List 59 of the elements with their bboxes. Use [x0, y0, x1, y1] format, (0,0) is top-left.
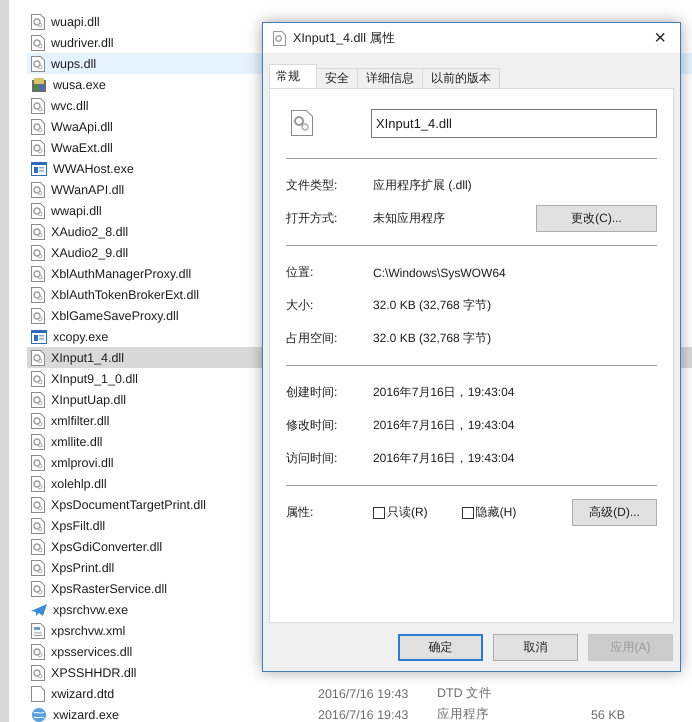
file-name: xpsrchvw.xml	[51, 624, 126, 638]
property-value: 32.0 KB (32,768 字节)	[373, 297, 492, 314]
file-name: xwizard.dtd	[51, 686, 114, 700]
file-name: xmlfilter.dll	[51, 414, 110, 428]
file-name: wuapi.dll	[51, 14, 100, 28]
file-name: XpsDocumentTargetPrint.dll	[51, 498, 206, 512]
property-label: 创建时间:	[286, 384, 338, 401]
file-date: 2016/7/16 19:43	[318, 686, 408, 700]
file-name: wups.dll	[51, 56, 96, 70]
file-name: XblAuthManagerProxy.dll	[51, 266, 192, 280]
checkbox-label: 隐藏(H)	[476, 504, 516, 521]
file-name: wvc.dll	[51, 98, 89, 112]
file-name: XPSSHHDR.dll	[51, 666, 136, 680]
property-label: 修改时间:	[286, 417, 338, 434]
file-name: wwapi.dll	[51, 204, 102, 218]
file-name: XpsRasterService.dll	[51, 582, 168, 596]
property-label: 文件类型:	[286, 177, 338, 194]
file-name: xolehlp.dll	[51, 476, 107, 490]
property-value: 2016年7月16日，19:43:04	[373, 417, 516, 434]
property-value: 2016年7月16日，19:43:04	[373, 450, 516, 467]
file-type: DTD 文件	[437, 685, 492, 702]
property-label: 访问时间:	[286, 450, 338, 467]
file-name: XAudio2_9.dll	[51, 246, 128, 260]
file-name: wudriver.dll	[51, 36, 114, 50]
property-value: 32.0 KB (32,768 字节)	[373, 330, 492, 347]
file-name: XpsFilt.dll	[51, 518, 106, 532]
file-name: XInput1_4.dll	[51, 350, 124, 364]
property-label: 属性:	[286, 504, 314, 521]
property-label: 占用空间:	[286, 330, 338, 347]
file-name: xpsrchvw.exe	[53, 602, 128, 616]
file-name: wusa.exe	[53, 78, 106, 92]
file-name: WwaApi.dll	[51, 120, 113, 134]
file-name: WWAHost.exe	[53, 162, 134, 176]
file-name: WWanAPI.dll	[51, 182, 124, 196]
window-title: XInput1_4.dll 属性	[293, 30, 396, 46]
property-value: C:\Windows\SysWOW64	[373, 266, 507, 280]
file-name: XInputUap.dll	[51, 392, 126, 406]
file-name: xcopy.exe	[53, 330, 108, 344]
file-name: xwizard.exe	[53, 708, 119, 722]
file-date: 2016/7/16 19:43	[318, 708, 408, 722]
file-name: XpsGdiConverter.dll	[51, 540, 162, 554]
checkbox-label: 只读(R)	[387, 504, 428, 521]
file-name: XInput9_1_0.dll	[51, 372, 138, 386]
file-name: xmlprovi.dll	[51, 456, 114, 470]
file-name: XAudio2_8.dll	[51, 224, 128, 238]
property-value: 2016年7月16日，19:43:04	[373, 384, 516, 401]
property-label: 位置:	[286, 264, 314, 281]
file-name: XblGameSaveProxy.dll	[51, 308, 179, 322]
file-size: 56 KB	[590, 708, 625, 722]
file-name: XpsPrint.dll	[51, 560, 114, 574]
property-label: 打开方式:	[286, 210, 338, 227]
property-value: 未知应用程序	[373, 210, 446, 227]
file-type: 应用程序	[437, 706, 489, 722]
file-name: xpsservices.dll	[51, 644, 132, 658]
file-name: xmllite.dll	[51, 434, 102, 448]
file-name: XblAuthTokenBrokerExt.dll	[51, 288, 199, 302]
property-label: 大小:	[286, 297, 314, 314]
property-value: 应用程序扩展 (.dll)	[373, 177, 473, 194]
file-name: WwaExt.dll	[51, 140, 113, 154]
